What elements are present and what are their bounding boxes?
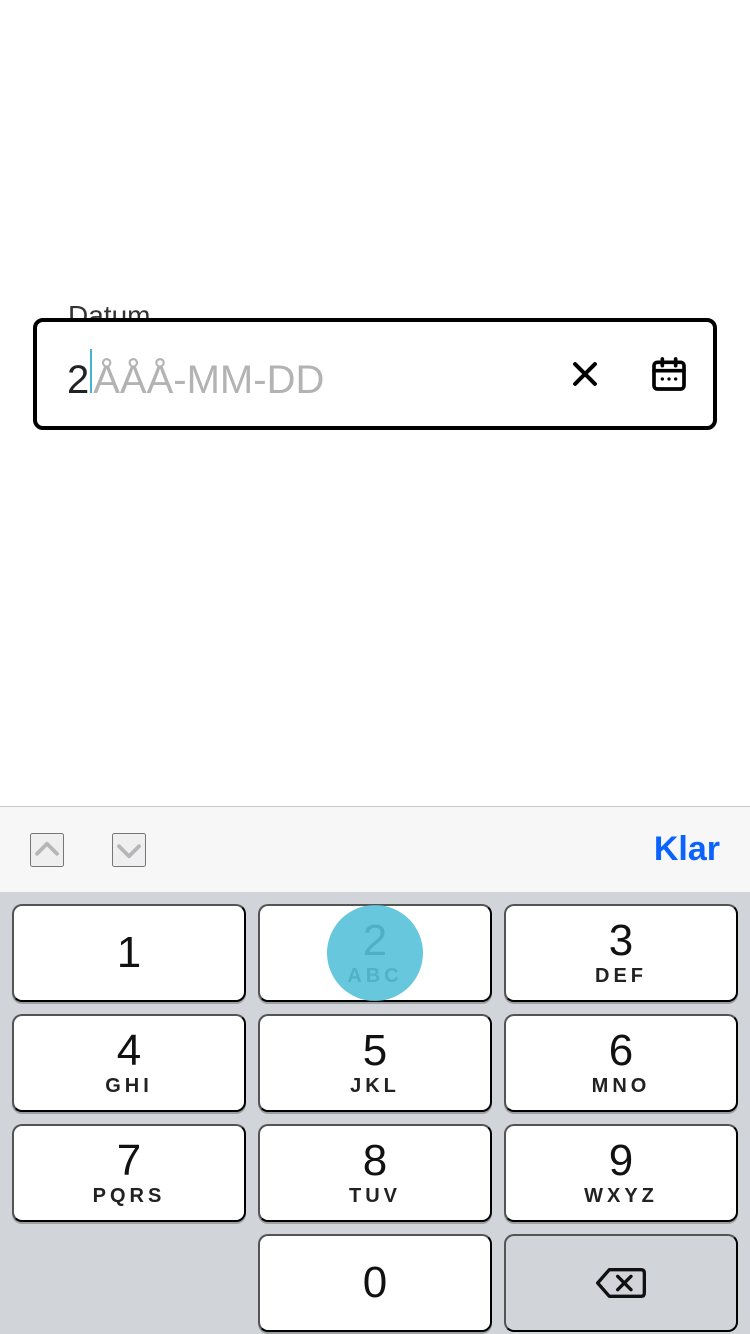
keypad-key-5[interactable]: 5JKL [258, 1014, 492, 1112]
date-input-container[interactable]: 2 ÅÅÅ-MM-DD [33, 318, 717, 430]
keypad-digit: 7 [117, 1139, 141, 1183]
keypad-letters: DEF [595, 965, 647, 988]
calendar-icon [649, 354, 689, 394]
keypad-digit: 8 [363, 1139, 387, 1183]
calendar-button[interactable] [647, 352, 691, 396]
keypad-key-8[interactable]: 8TUV [258, 1124, 492, 1222]
keypad-digit: 4 [117, 1029, 141, 1073]
keypad-key-2[interactable]: 2ABC [258, 904, 492, 1002]
keypad-letters: WXYZ [584, 1185, 658, 1208]
keyboard-done-button[interactable]: Klar [654, 830, 720, 869]
keypad-letters: PQRS [93, 1185, 166, 1208]
date-input-value: 2 [67, 360, 89, 400]
chevron-up-icon [32, 833, 62, 867]
keypad-letters: GHI [105, 1075, 153, 1098]
date-input-placeholder: ÅÅÅ-MM-DD [93, 360, 324, 400]
keypad-letters: ABC [347, 965, 402, 988]
keypad-digit: 6 [609, 1029, 633, 1073]
text-cursor [90, 349, 92, 393]
keypad-key-3[interactable]: 3DEF [504, 904, 738, 1002]
keypad-key-4[interactable]: 4GHI [12, 1014, 246, 1112]
numeric-keypad: 12ABC3DEF4GHI5JKL6MNO7PQRS8TUV9WXYZ0 [0, 892, 750, 1334]
keypad-digit: 1 [117, 931, 141, 975]
keyboard-accessory-bar: Klar [0, 806, 750, 892]
keypad-spacer [12, 1234, 246, 1332]
chevron-down-icon [114, 833, 144, 867]
keypad-letters: TUV [349, 1185, 401, 1208]
keypad-key-1[interactable]: 1 [12, 904, 246, 1002]
keypad-letters: JKL [350, 1075, 400, 1098]
clear-button[interactable] [563, 352, 607, 396]
keypad-digit: 2 [363, 919, 387, 963]
keypad-key-9[interactable]: 9WXYZ [504, 1124, 738, 1222]
close-icon [568, 357, 602, 391]
keypad-digit: 5 [363, 1029, 387, 1073]
keypad-digit: 9 [609, 1139, 633, 1183]
date-input-text[interactable]: 2 ÅÅÅ-MM-DD [67, 349, 563, 400]
keypad-key-7[interactable]: 7PQRS [12, 1124, 246, 1222]
prev-field-button[interactable] [30, 833, 64, 867]
keypad-digit: 3 [609, 919, 633, 963]
keypad-backspace[interactable] [504, 1234, 738, 1332]
next-field-button[interactable] [112, 833, 146, 867]
keypad-digit: 0 [363, 1261, 387, 1305]
keypad-letters: MNO [592, 1075, 651, 1098]
backspace-icon [593, 1263, 649, 1303]
keypad-key-6[interactable]: 6MNO [504, 1014, 738, 1112]
keypad-key-0[interactable]: 0 [258, 1234, 492, 1332]
